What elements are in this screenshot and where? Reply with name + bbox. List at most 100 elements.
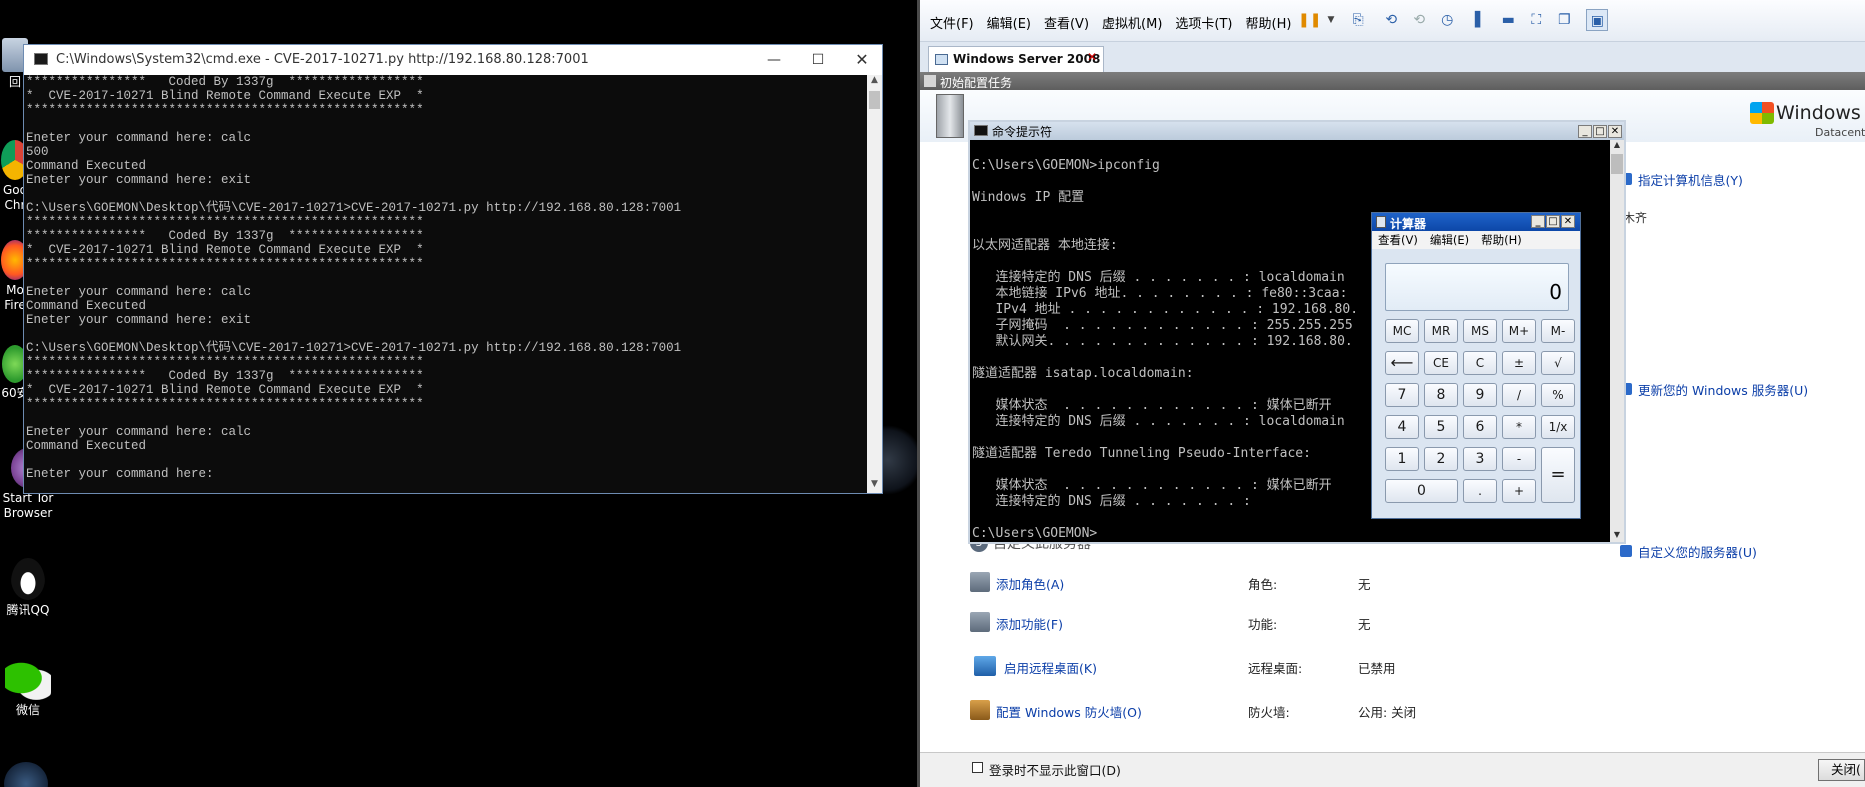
- wechat-icon: [5, 660, 51, 700]
- scroll-thumb[interactable]: [869, 91, 880, 109]
- remote-desktop-link[interactable]: 启用远程桌面(K): [1004, 658, 1097, 677]
- dont-show-checkbox[interactable]: [972, 762, 983, 773]
- scroll-up-arrow-icon[interactable]: ▲: [1610, 140, 1624, 152]
- firewall-link[interactable]: 配置 Windows 防火墙(O): [996, 702, 1142, 721]
- calc-key-ms[interactable]: MS: [1463, 319, 1497, 343]
- minimize-button[interactable]: _: [1531, 215, 1545, 228]
- menu-file[interactable]: 文件(F): [930, 17, 974, 32]
- guest-cmd-titlebar[interactable]: 命令提示符 _ □ ✕: [970, 122, 1624, 140]
- calc-key-divide[interactable]: /: [1502, 383, 1536, 407]
- right-link-update[interactable]: 更新您的 Windows 服务器(U): [1620, 380, 1808, 399]
- thumbnail-view-icon[interactable]: ▣: [1586, 9, 1609, 31]
- pause-icon[interactable]: ❚❚: [1298, 9, 1321, 31]
- close-button[interactable]: ✕: [1608, 125, 1622, 138]
- calc-menu-edit[interactable]: 编辑(E): [1430, 233, 1469, 247]
- snapshot-manager-icon[interactable]: ◷: [1436, 9, 1458, 31]
- cmd-app-icon: [34, 53, 48, 65]
- calc-key-sqrt[interactable]: √: [1541, 351, 1575, 375]
- maximize-button[interactable]: ☐: [798, 45, 838, 75]
- close-button[interactable]: ✕: [1561, 215, 1575, 228]
- guest-cmd-scrollbar[interactable]: ▲ ▼: [1610, 140, 1624, 542]
- host-cmd-output[interactable]: **************** Coded By 1337g ********…: [26, 75, 866, 493]
- library-view-icon[interactable]: ▌: [1469, 9, 1491, 31]
- desktop-icon-label: Start Tor Browser: [2, 491, 54, 520]
- calc-key-6[interactable]: 6: [1463, 415, 1497, 439]
- calc-key-mc[interactable]: MC: [1385, 319, 1419, 343]
- calc-key-1[interactable]: 1: [1385, 447, 1419, 471]
- calc-key-4[interactable]: 4: [1385, 415, 1419, 439]
- menu-edit[interactable]: 编辑(E): [987, 17, 1031, 32]
- calc-key-decimal[interactable]: .: [1463, 479, 1497, 503]
- calc-key-9[interactable]: 9: [1463, 383, 1497, 407]
- calc-key-percent[interactable]: %: [1541, 383, 1575, 407]
- calc-key-subtract[interactable]: -: [1502, 447, 1536, 471]
- scroll-up-arrow-icon[interactable]: ▲: [867, 75, 882, 89]
- vm-tab-icon: [935, 54, 948, 65]
- scroll-down-arrow-icon[interactable]: ▼: [1610, 530, 1624, 542]
- calc-key-reciprocal[interactable]: 1/x: [1541, 415, 1575, 439]
- minimize-button[interactable]: _: [1578, 125, 1592, 138]
- calc-key-multiply[interactable]: *: [1502, 415, 1536, 439]
- maximize-button[interactable]: □: [1546, 215, 1560, 228]
- right-link-customize[interactable]: 自定义您的服务器(U): [1620, 542, 1757, 561]
- scroll-thumb[interactable]: [1611, 154, 1623, 174]
- add-features-link[interactable]: 添加功能(F): [996, 614, 1063, 633]
- calc-key-plusminus[interactable]: ±: [1502, 351, 1536, 375]
- minimize-button[interactable]: —: [754, 45, 794, 75]
- calculator-titlebar[interactable]: 计算器 _ □ ✕: [1372, 213, 1580, 231]
- console-line: Command Executed: [26, 439, 147, 453]
- vm-tab-close-icon[interactable]: ✕: [1087, 50, 1097, 64]
- host-cmd-scrollbar[interactable]: ▲ ▼: [867, 75, 882, 493]
- calc-key-5[interactable]: 5: [1424, 415, 1458, 439]
- update-server-link[interactable]: 更新您的 Windows 服务器(U): [1638, 383, 1808, 398]
- fullscreen-icon[interactable]: ⛶: [1525, 9, 1547, 31]
- menu-view[interactable]: 查看(V): [1044, 17, 1089, 32]
- customize-server-link[interactable]: 自定义您的服务器(U): [1638, 545, 1757, 560]
- calculator-window: 计算器 _ □ ✕ 查看(V) 编辑(E) 帮助(H) 0 MC MR MS M+ …: [1371, 212, 1581, 519]
- console-line: ****************************************…: [26, 397, 424, 411]
- calc-key-mminus[interactable]: M-: [1541, 319, 1575, 343]
- maximize-button[interactable]: □: [1593, 125, 1607, 138]
- console-line: Eneter your command here: calc: [26, 131, 252, 145]
- vm-tab[interactable]: Windows Server 2008 ✕: [928, 46, 1104, 72]
- revert-snapshot-icon[interactable]: ⟲: [1408, 9, 1430, 31]
- calc-key-backspace[interactable]: ⟵: [1385, 351, 1419, 375]
- calc-menu-view[interactable]: 查看(V): [1378, 233, 1418, 247]
- calculator-title: 计算器: [1390, 217, 1427, 231]
- menu-help[interactable]: 帮助(H): [1246, 17, 1292, 32]
- calc-key-add[interactable]: +: [1502, 479, 1536, 503]
- computer-info-link[interactable]: 指定计算机信息(Y): [1638, 173, 1743, 188]
- calc-key-mr[interactable]: MR: [1424, 319, 1458, 343]
- send-keys-icon[interactable]: ⎘: [1347, 9, 1369, 31]
- menu-tabs[interactable]: 选项卡(T): [1175, 17, 1232, 32]
- calc-menu-help[interactable]: 帮助(H): [1481, 233, 1522, 247]
- dropdown-arrow-icon[interactable]: ▼: [1326, 9, 1336, 31]
- console-view-icon[interactable]: ▬: [1497, 9, 1519, 31]
- close-button[interactable]: ✕: [842, 45, 882, 75]
- menu-vm[interactable]: 虚拟机(M): [1102, 17, 1162, 32]
- calc-key-8[interactable]: 8: [1424, 383, 1458, 407]
- calc-key-0[interactable]: 0: [1385, 479, 1458, 503]
- calc-key-mplus[interactable]: M+: [1502, 319, 1536, 343]
- calc-key-2[interactable]: 2: [1424, 447, 1458, 471]
- calc-key-7[interactable]: 7: [1385, 383, 1419, 407]
- close-oct-button[interactable]: 关闭(: [1818, 759, 1865, 781]
- host-cmd-titlebar[interactable]: C:\Windows\System32\cmd.exe - CVE-2017-1…: [24, 45, 882, 75]
- calc-key-3[interactable]: 3: [1463, 447, 1497, 471]
- desktop-icon-qq[interactable]: 腾讯QQ: [0, 558, 56, 618]
- unity-icon[interactable]: ❐: [1553, 9, 1575, 31]
- desktop-icon-wechat[interactable]: 微信: [0, 660, 56, 718]
- scroll-down-arrow-icon[interactable]: ▼: [867, 479, 882, 493]
- calc-key-c[interactable]: C: [1463, 351, 1497, 375]
- console-line: ****************************************…: [26, 257, 424, 271]
- add-roles-link[interactable]: 添加角色(A): [996, 574, 1064, 593]
- console-line: ****************************************…: [26, 355, 424, 369]
- steam-icon[interactable]: [4, 762, 48, 787]
- snapshot-icon[interactable]: ⟲: [1380, 9, 1402, 31]
- right-link-computer-info[interactable]: 指定计算机信息(Y): [1620, 170, 1743, 189]
- calc-key-equals[interactable]: =: [1541, 447, 1575, 503]
- calc-key-ce[interactable]: CE: [1424, 351, 1458, 375]
